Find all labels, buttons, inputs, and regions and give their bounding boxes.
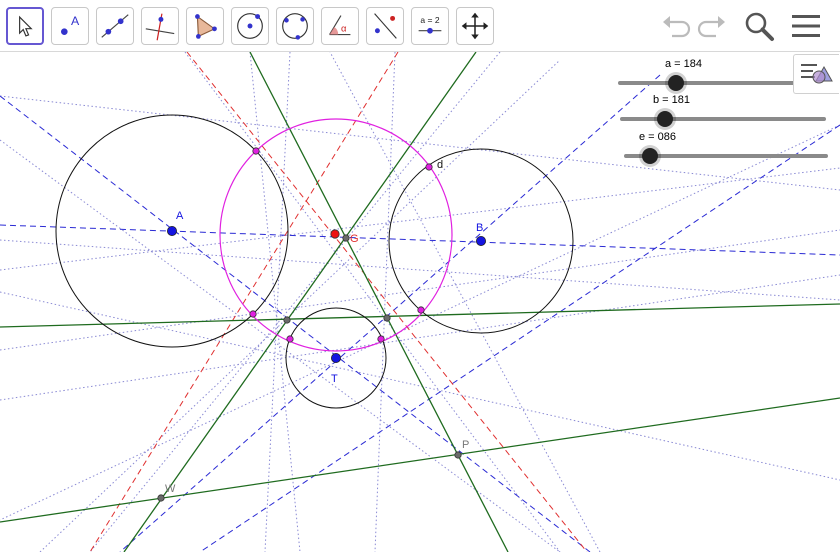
angle-tool-label: α	[341, 24, 347, 35]
slider-e[interactable]: e = 086	[624, 131, 828, 164]
circle-tool[interactable]	[231, 7, 269, 45]
label-a: A	[176, 210, 184, 222]
circle-center-point-icon	[237, 13, 263, 39]
black-circles	[55, 114, 574, 409]
polygon-tool[interactable]	[186, 7, 224, 45]
search-icon	[745, 12, 774, 41]
angle-tool[interactable]: α	[321, 7, 359, 45]
polygon-icon	[195, 14, 217, 39]
point-g[interactable]	[342, 234, 350, 242]
point-a-icon: A	[61, 14, 80, 35]
search-button[interactable]	[741, 8, 777, 44]
green-lines	[0, 52, 840, 552]
algebra-view-toggle[interactable]	[793, 54, 839, 94]
slider-b-track[interactable]	[620, 117, 826, 121]
slider-a-knob[interactable]	[668, 75, 684, 91]
undo-button[interactable]	[658, 8, 694, 44]
point-w[interactable]	[157, 494, 165, 502]
point-a[interactable]	[166, 225, 177, 236]
reflect-tool[interactable]	[366, 7, 404, 45]
move-tool[interactable]	[6, 7, 44, 45]
arrow-cursor-icon	[19, 15, 33, 37]
move-arrows-icon	[461, 12, 489, 40]
point-red[interactable]	[330, 229, 340, 239]
undo-icon	[663, 16, 691, 38]
label-b: B	[476, 222, 484, 234]
point-t[interactable]	[330, 352, 341, 363]
label-p: P	[462, 439, 470, 451]
point-tool[interactable]: A	[51, 7, 89, 45]
label-t: T	[331, 373, 338, 385]
slider-e-label: e = 086	[639, 131, 677, 143]
dotted-lines	[0, 52, 840, 552]
redo-button[interactable]	[694, 8, 730, 44]
label-d: d	[437, 159, 444, 171]
slider-e-knob[interactable]	[642, 148, 658, 164]
hamburger-menu-icon	[792, 15, 820, 37]
dashed-red-lines	[89, 52, 588, 552]
construction-canvas[interactable]	[0, 52, 840, 552]
point-tool-label: A	[71, 14, 80, 28]
circle-three-points-icon	[282, 13, 308, 40]
graphics-view[interactable]: A B T G P W d	[0, 52, 840, 552]
slider-tool-label: a = 2	[420, 15, 439, 25]
slider-b-label: b = 181	[653, 94, 691, 106]
angle-icon: α	[329, 15, 351, 36]
slider-tool[interactable]: a = 2	[411, 7, 449, 45]
perpendicular-line-tool[interactable]	[141, 7, 179, 45]
point-p[interactable]	[454, 451, 462, 459]
slider-b-knob[interactable]	[657, 111, 673, 127]
slider-icon: a = 2	[418, 15, 442, 34]
menu-button[interactable]	[788, 8, 824, 44]
label-w: W	[165, 483, 176, 495]
slider-b[interactable]: b = 181	[620, 94, 826, 127]
point-b[interactable]	[475, 235, 486, 246]
circle-three-points-tool[interactable]	[276, 7, 314, 45]
line-tool[interactable]	[96, 7, 134, 45]
toolbar: A α a = 2	[0, 0, 840, 52]
label-g: G	[350, 233, 359, 245]
algebra-view-icon	[801, 64, 833, 84]
slider-a-label: a = 184	[665, 58, 703, 70]
blue-points	[166, 225, 486, 363]
perpendicular-line-icon	[145, 13, 175, 41]
line-through-points-icon	[101, 14, 129, 38]
reflect-about-line-icon	[374, 13, 397, 39]
redo-icon	[697, 16, 725, 38]
move-graphics-view-tool[interactable]	[456, 7, 494, 45]
